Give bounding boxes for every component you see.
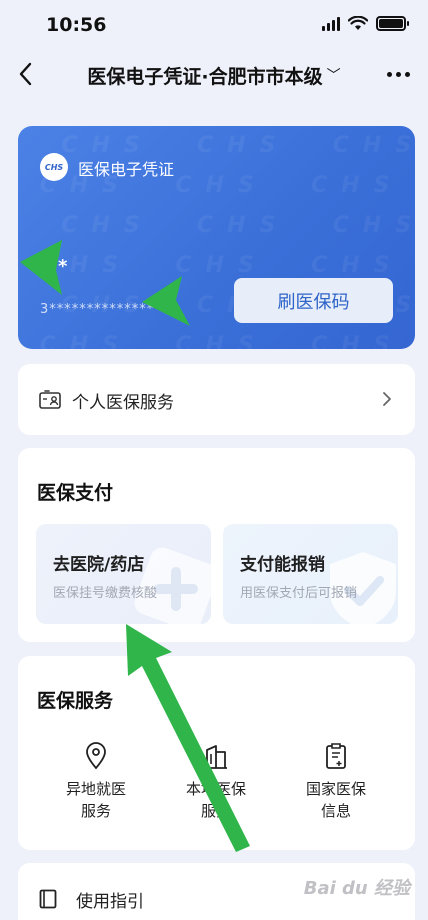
payment-section-title: 医保支付 [37, 482, 114, 504]
insurance-card: CHS CHS CHS CHS CHS CHS CHS CHS CHS CHS … [18, 126, 415, 349]
baidu-watermark: Bai du 经验 [303, 878, 410, 899]
services-section-title: 医保服务 [37, 690, 114, 712]
remote-medical-service[interactable]: 异地就医 服务 [46, 742, 146, 822]
nav-title-text: 医保电子凭证·合肥市市本级 [87, 66, 323, 88]
card-number: 3************** [40, 302, 155, 317]
chevron-down-icon: ﹀ [326, 68, 341, 84]
payment-panel: 医保支付 去医院/药店 医保挂号缴费核酸 支付能报销 用医保支付后可报销 [18, 448, 415, 642]
location-pin-icon [86, 742, 106, 770]
national-info-label-1: 国家医保 [305, 780, 366, 798]
services-panel: 医保服务 异地就医 服务 本地医保 服务 国家医保 信息 [18, 656, 415, 850]
reimbursement-tile-title: 支付能报销 [240, 555, 325, 575]
usage-guide-label: 使用指引 [76, 892, 144, 912]
card-title: 医保电子凭证 [78, 160, 175, 179]
battery-icon [376, 16, 409, 31]
more-dots-icon[interactable] [387, 72, 410, 77]
building-icon [205, 745, 227, 769]
personal-service-row[interactable]: 个人医保服务 [18, 364, 415, 435]
show-qr-button[interactable]: 刷医保码 [234, 278, 393, 323]
chevron-right-icon [383, 392, 391, 406]
remote-service-label-2: 服务 [80, 802, 111, 820]
hospital-tile-subtitle: 医保挂号缴费核酸 [53, 586, 158, 601]
id-card-icon [39, 390, 61, 409]
local-service-label-2: 服务 [200, 802, 231, 820]
local-insurance-service[interactable]: 本地医保 服务 [166, 742, 266, 822]
book-icon [39, 889, 57, 909]
national-info-label-2: 信息 [320, 802, 351, 820]
hospital-tile-title: 去医院/药店 [53, 555, 145, 575]
chs-logo: CHS [40, 153, 68, 181]
hospital-pharmacy-tile[interactable]: 去医院/药店 医保挂号缴费核酸 [36, 524, 211, 624]
nav-bar: 医保电子凭证·合肥市市本级 ﹀ [0, 52, 428, 96]
personal-service-label: 个人医保服务 [72, 393, 174, 413]
national-insurance-info[interactable]: 国家医保 信息 [286, 742, 386, 822]
card-holder-name: * [58, 256, 68, 277]
nav-title[interactable]: 医保电子凭证·合肥市市本级 ﹀ [0, 62, 428, 89]
signal-icon [322, 16, 340, 31]
reimbursement-tile-subtitle: 用医保支付后可报销 [240, 586, 358, 601]
wifi-icon [348, 16, 368, 30]
document-icon [326, 743, 346, 769]
status-bar: 10:56 [0, 0, 428, 52]
reimbursement-tile[interactable]: 支付能报销 用医保支付后可报销 [223, 524, 398, 624]
local-service-label-1: 本地医保 [185, 780, 246, 798]
remote-service-label-1: 异地就医 [65, 780, 126, 798]
status-time: 10:56 [46, 14, 107, 36]
status-icons [322, 16, 409, 31]
